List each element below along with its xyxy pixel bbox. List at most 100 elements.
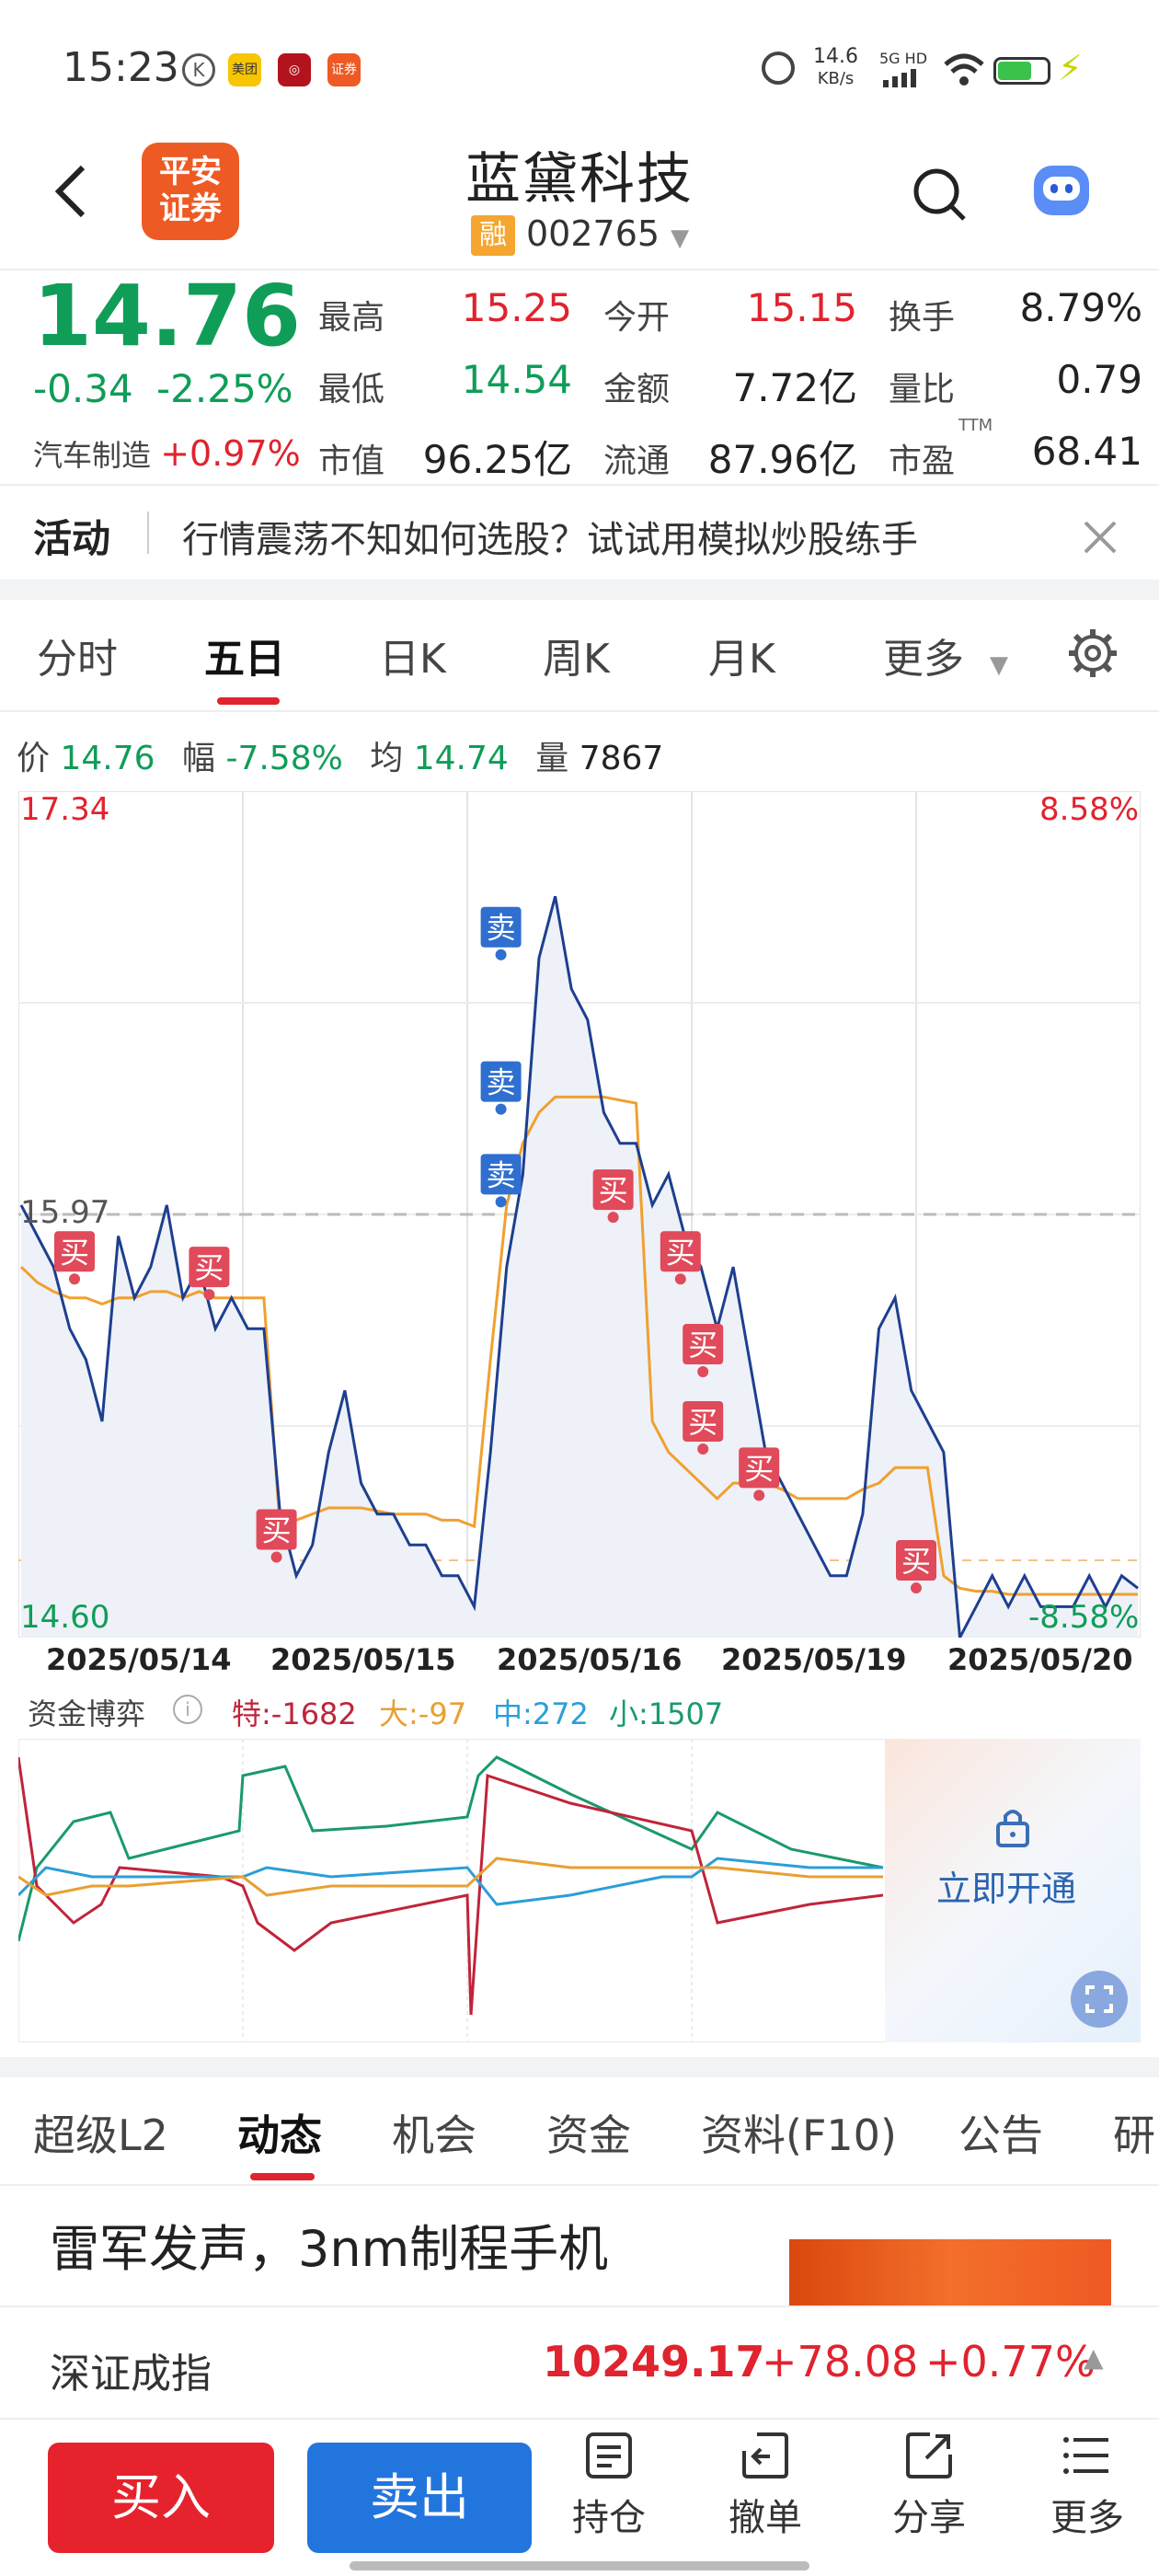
more-button[interactable]: 更多 — [1032, 2429, 1142, 2541]
sell-button[interactable]: 卖出 — [307, 2443, 532, 2553]
news-item[interactable]: 雷军发声，3nm制程手机 — [0, 2186, 1159, 2306]
index-ticker-bar[interactable]: 深证成指 10249.17 +78.08 +0.77% ▲ — [0, 2306, 1159, 2420]
date-label: 2025/05/14 — [46, 1642, 232, 1677]
index-change-pct: +0.77% — [925, 2337, 1096, 2386]
buy-button[interactable]: 买入 — [48, 2443, 274, 2553]
stock-code: 002765 — [526, 213, 660, 254]
net-speed-value: 14.6 — [813, 45, 858, 68]
tab-intraday[interactable]: 分时 — [37, 626, 118, 684]
tab-research[interactable]: 研 — [1113, 2102, 1159, 2163]
date-label: 2025/05/19 — [721, 1642, 907, 1677]
menu-icon — [1063, 2437, 1108, 2474]
stock-code-selector[interactable]: 002765 ▼ — [526, 213, 689, 254]
tab-super-l2[interactable]: 超级L2 — [33, 2102, 168, 2163]
positions-button[interactable]: 持仓 — [554, 2429, 664, 2541]
buy-marker-dot — [911, 1582, 922, 1594]
flow-zhong: 中:272 — [493, 1696, 589, 1731]
tab-weekly-k[interactable]: 周K — [543, 626, 610, 684]
tab-monthly-k[interactable]: 月K — [708, 626, 775, 684]
close-icon[interactable] — [1082, 519, 1119, 556]
active-tab-indicator — [250, 2173, 315, 2180]
net-speed-unit: KB/s — [817, 69, 855, 88]
tab-announcements[interactable]: 公告 — [958, 2102, 1043, 2163]
search-icon[interactable] — [911, 166, 970, 224]
buy-marker-dot — [697, 1443, 709, 1455]
sell-marker-label: 卖 — [487, 1157, 516, 1192]
share-label: 分享 — [892, 2497, 966, 2539]
open-value: 15.15 — [746, 285, 857, 330]
pct-axis-low: -8.58% — [1028, 1599, 1140, 1636]
volume-ratio-label: 量比 — [889, 371, 956, 408]
info-price-label: 价 — [17, 740, 51, 777]
buy-marker-dot — [270, 1551, 282, 1563]
tab-opportunity[interactable]: 机会 — [392, 2102, 476, 2163]
five-day-price-chart[interactable]: 买买买卖卖卖 买买买买买买 — [18, 791, 1141, 1638]
bank-app-icon: ◎ — [278, 53, 311, 86]
sector-link[interactable]: 汽车制造 +0.97% — [33, 432, 301, 475]
buy-marker-label: 买 — [744, 1451, 774, 1486]
info-icon[interactable]: i — [173, 1695, 202, 1724]
buy-marker-label: 买 — [688, 1328, 717, 1363]
flow-line-xiao — [18, 1755, 884, 1942]
high-label: 最高 — [318, 299, 385, 337]
lock-icon — [996, 1810, 1029, 1847]
price-area-fill — [21, 896, 1138, 1638]
tab-news[interactable]: 动态 — [237, 2102, 322, 2163]
volume-ratio-value: 0.79 — [1056, 357, 1142, 402]
low-value: 14.54 — [461, 357, 572, 402]
cancel-order-label: 撤单 — [729, 2497, 802, 2539]
net-speed: 14.6 KB/s — [813, 46, 858, 90]
sell-marker-label: 卖 — [487, 911, 516, 946]
buy-marker-dot — [607, 1212, 619, 1224]
buy-marker-dot — [697, 1366, 709, 1378]
robot-assistant-icon[interactable] — [1034, 166, 1089, 215]
info-vol: 7867 — [579, 740, 664, 777]
activity-text: 行情震荡不知如何选股？试试用模拟炒股练手 — [182, 519, 918, 561]
positions-icon — [586, 2432, 632, 2478]
tab-five-day[interactable]: 五日 — [204, 626, 285, 684]
sell-marker-dot — [495, 1103, 507, 1115]
high-value: 15.25 — [461, 285, 572, 330]
pe-value: 68.41 — [1031, 429, 1142, 474]
info-range-label: 幅 — [181, 740, 215, 777]
buy-marker-label: 买 — [688, 1405, 717, 1440]
caret-down-icon: ▼ — [671, 224, 690, 252]
y-axis-low: 14.60 — [20, 1599, 110, 1636]
buy-marker-dot — [203, 1289, 215, 1301]
expand-icon[interactable] — [1071, 1971, 1128, 2028]
status-time: 15:23 — [63, 44, 179, 91]
flow-xiao: 小:1507 — [609, 1696, 724, 1731]
activity-label: 活动 — [33, 516, 111, 561]
sell-marker-label: 卖 — [487, 1065, 516, 1100]
unlock-overlay[interactable]: 立即开通 — [885, 1739, 1141, 2042]
cancel-order-button[interactable]: 撤单 — [710, 2429, 820, 2541]
index-value: 10249.17 — [543, 2337, 765, 2386]
news-thumbnail — [789, 2239, 1111, 2306]
meituan-icon: 美团 — [228, 53, 261, 86]
tab-f10[interactable]: 资料(F10) — [701, 2102, 897, 2163]
sell-marker-dot — [495, 949, 507, 960]
battery-icon — [993, 57, 1050, 85]
margin-badge: 融 — [471, 215, 515, 256]
date-label: 2025/05/16 — [497, 1642, 683, 1677]
more-label: 更多 — [1050, 2497, 1124, 2539]
news-headline: 雷军发声，3nm制程手机 — [50, 2220, 609, 2278]
market-cap-value: 96.25亿 — [422, 437, 572, 482]
unlock-label: 立即开通 — [936, 1869, 1077, 1909]
tab-daily-k[interactable]: 日K — [379, 626, 446, 684]
chart-info-line: 价 14.76 幅 -7.58% 均 14.74 量 7867 — [17, 731, 663, 779]
tab-more[interactable]: 更多 ▼ — [883, 626, 1008, 684]
amount-value: 7.72亿 — [732, 365, 857, 410]
tab-funds[interactable]: 资金 — [546, 2102, 631, 2163]
float-cap-label: 流通 — [603, 443, 671, 480]
y-axis-high: 17.34 — [20, 791, 110, 828]
share-button[interactable]: 分享 — [874, 2429, 984, 2541]
pct-axis-high: 8.58% — [1039, 791, 1140, 828]
settings-gear-icon[interactable] — [1067, 627, 1119, 679]
alarm-icon — [762, 52, 795, 85]
network-type: 5G HD — [879, 50, 928, 67]
index-name: 深证成指 — [50, 2351, 212, 2398]
section-gap — [0, 2057, 1159, 2077]
activity-banner[interactable]: 活动 行情震荡不知如何选股？试试用模拟炒股练手 — [0, 486, 1159, 578]
float-cap-value: 87.96亿 — [707, 437, 857, 482]
